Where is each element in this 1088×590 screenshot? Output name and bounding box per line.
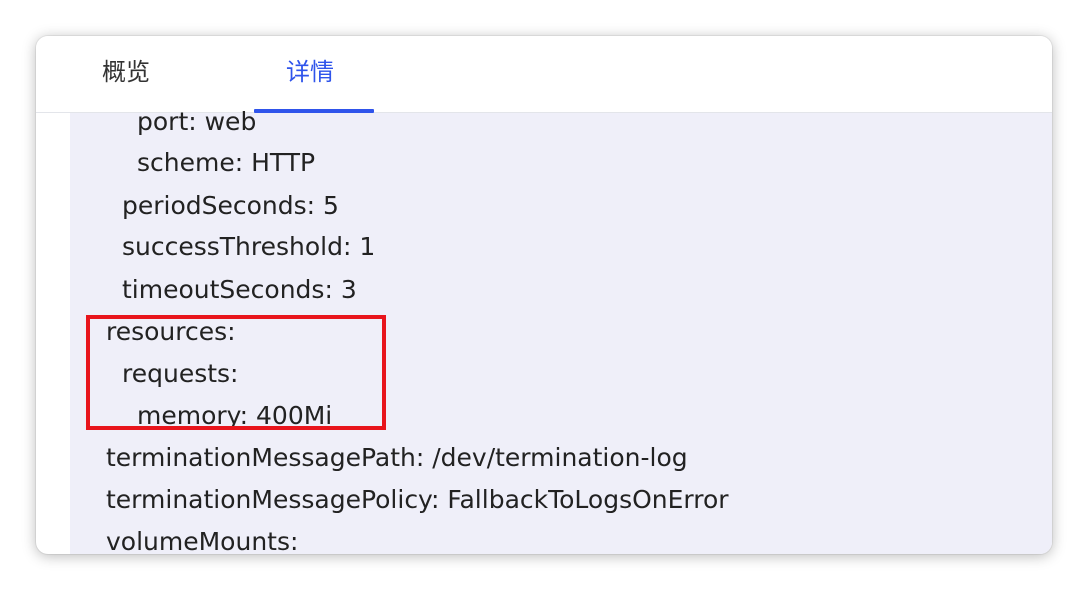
code-line: periodSeconds: 5 — [122, 191, 339, 220]
tab-bar: 概览 详情 — [36, 36, 1052, 113]
code-line: memory: 400Mi — [137, 401, 333, 430]
code-line: volumeMounts: — [106, 527, 299, 554]
code-line: terminationMessagePolicy: FallbackToLogs… — [106, 485, 729, 514]
code-line: terminationMessagePath: /dev/termination… — [106, 443, 688, 472]
code-line: timeoutSeconds: 3 — [122, 275, 357, 304]
code-line: scheme: HTTP — [137, 148, 316, 177]
code-line: successThreshold: 1 — [122, 232, 376, 261]
code-line: resources: — [106, 317, 236, 346]
tab-details[interactable]: 详情 — [286, 54, 334, 90]
code-line: requests: — [122, 359, 239, 388]
code-line: port: web — [137, 107, 257, 136]
tab-overview[interactable]: 概览 — [102, 54, 150, 90]
